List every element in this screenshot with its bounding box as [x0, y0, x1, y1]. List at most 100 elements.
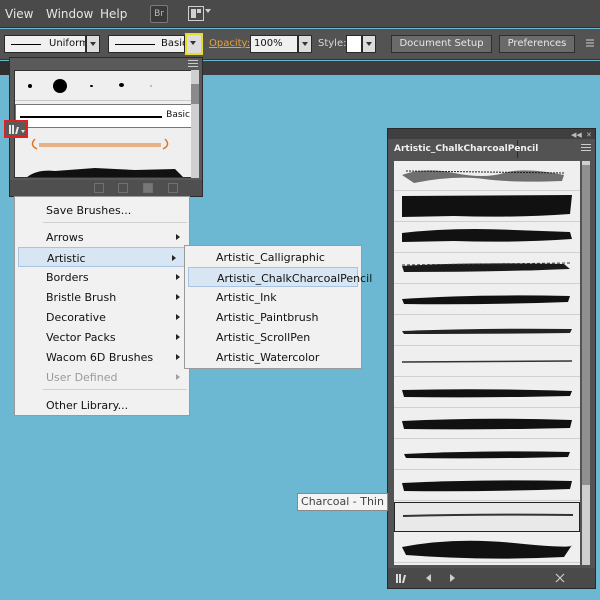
- chalk-brush-row[interactable]: [15, 163, 193, 177]
- new-brush-icon[interactable]: [143, 183, 153, 193]
- trash-icon[interactable]: [168, 183, 178, 193]
- chalk-brush-preview: [27, 168, 183, 177]
- options-icon[interactable]: [118, 183, 128, 193]
- library-brush-row-charcoal-thin[interactable]: [394, 502, 580, 532]
- variable-width-profile-field[interactable]: Uniform: [4, 35, 89, 53]
- brush-stroke-preview: [402, 540, 573, 559]
- brush-definition-field[interactable]: Basic: [108, 35, 187, 53]
- library-brush-row[interactable]: [394, 347, 580, 377]
- menu-item-decorative[interactable]: Decorative: [15, 307, 189, 327]
- arrow-brush-row[interactable]: [15, 131, 193, 159]
- brush-libraries-menu: Save Brushes... Arrows Artistic Borders …: [14, 196, 190, 416]
- submenu-item-artistic-paintbrush[interactable]: Artistic_Paintbrush: [185, 307, 361, 327]
- brush-swatch[interactable]: [53, 79, 67, 93]
- brush-stroke-preview: [402, 195, 572, 217]
- library-brush-row[interactable]: [394, 409, 580, 439]
- scrollbar-thumb[interactable]: [191, 84, 199, 104]
- remove-stroke-icon[interactable]: [94, 183, 104, 193]
- brush-definition-dropdown[interactable]: [185, 33, 203, 55]
- menu-item-borders[interactable]: Borders: [15, 267, 189, 287]
- brush-swatch[interactable]: [90, 85, 93, 87]
- options-icon[interactable]: [585, 38, 595, 48]
- submenu-item-artistic-chalkcharcoalpencil[interactable]: Artistic_ChalkCharcoalPencil: [188, 267, 372, 287]
- calligraphic-brushes-row: [15, 71, 193, 101]
- library-brush-row[interactable]: [394, 223, 580, 253]
- submenu-arrow-icon: [176, 374, 180, 380]
- submenu-item-artistic-ink[interactable]: Artistic_Ink: [185, 287, 361, 307]
- brush-library-panel: ◀◀ ✕ Artistic_ChalkCharcoalPencil: [387, 128, 596, 589]
- opacity-label[interactable]: Opacity:: [209, 38, 250, 49]
- chevron-down-icon[interactable]: [205, 9, 211, 13]
- menu-item-wacom-6d-brushes[interactable]: Wacom 6D Brushes: [15, 347, 189, 367]
- close-panel-icon[interactable]: ✕: [586, 131, 592, 139]
- library-brush-row[interactable]: [394, 471, 580, 501]
- next-library-icon[interactable]: [450, 574, 455, 582]
- brush-stroke-preview: [402, 295, 570, 305]
- brush-stroke-preview: [402, 418, 572, 430]
- brush-preview: [115, 44, 155, 45]
- menu-view[interactable]: View: [5, 7, 33, 21]
- library-brush-row[interactable]: [394, 161, 580, 191]
- library-brush-row[interactable]: [394, 316, 580, 346]
- menu-item-vector-packs[interactable]: Vector Packs: [15, 327, 189, 347]
- document-setup-button[interactable]: Document Setup: [391, 35, 492, 53]
- menu-item-user-defined: User Defined: [15, 367, 189, 387]
- style-swatch[interactable]: [346, 35, 362, 53]
- menu-item-other-library[interactable]: Other Library...: [15, 395, 189, 415]
- brush-stroke-preview: [402, 328, 572, 334]
- submenu-item-artistic-calligraphic[interactable]: Artistic_Calligraphic: [185, 247, 361, 267]
- brush-stroke-preview: [401, 262, 571, 272]
- menu-item-artistic[interactable]: Artistic: [18, 247, 186, 267]
- stroke-profile-dropdown[interactable]: [86, 35, 100, 53]
- submenu-arrow-icon: [172, 255, 176, 261]
- library-brush-row[interactable]: [394, 285, 580, 315]
- scrollbar-thumb[interactable]: [582, 165, 590, 485]
- style-dropdown[interactable]: [362, 35, 376, 53]
- bridge-button[interactable]: Br: [150, 5, 168, 23]
- library-panel-tab[interactable]: Artistic_ChalkCharcoalPencil: [390, 140, 538, 158]
- library-brush-row[interactable]: [394, 192, 580, 222]
- brush-name-tooltip: Charcoal - Thin: [297, 493, 388, 511]
- panel-menu-icon[interactable]: [188, 60, 198, 67]
- library-icon: [9, 125, 21, 134]
- brush-stroke-preview: [402, 513, 574, 517]
- library-brush-row[interactable]: [394, 533, 580, 563]
- menu-item-save-brushes[interactable]: Save Brushes...: [15, 200, 189, 220]
- panel-menu-icon[interactable]: [581, 144, 591, 151]
- style-label: Style:: [318, 38, 347, 49]
- brush-list: Basic: [14, 70, 196, 178]
- brush-libraries-menu-icon[interactable]: [396, 573, 410, 583]
- submenu-arrow-icon: [176, 294, 180, 300]
- basic-brush-row[interactable]: Basic: [15, 104, 193, 128]
- menu-item-arrows[interactable]: Arrows: [15, 227, 189, 247]
- brush-stroke-preview: [404, 451, 570, 459]
- submenu-item-artistic-watercolor[interactable]: Artistic_Watercolor: [185, 347, 361, 367]
- preferences-button[interactable]: Preferences: [499, 35, 575, 53]
- arrange-documents-icon[interactable]: [188, 6, 204, 21]
- submenu-item-artistic-scrollpen[interactable]: Artistic_ScrollPen: [185, 327, 361, 347]
- collapse-panel-icon[interactable]: ◀◀: [571, 131, 582, 139]
- add-to-brushes-icon[interactable]: [554, 572, 566, 584]
- brush-swatch[interactable]: [150, 85, 152, 87]
- previous-library-icon[interactable]: [426, 574, 431, 582]
- artistic-submenu: Artistic_Calligraphic Artistic_ChalkChar…: [184, 245, 372, 369]
- library-brush-row[interactable]: [394, 378, 580, 408]
- menu-item-bristle-brush[interactable]: Bristle Brush: [15, 287, 189, 307]
- library-brush-row[interactable]: [394, 440, 580, 470]
- chevron-down-icon: [21, 130, 25, 133]
- library-panel-footer: [388, 568, 595, 588]
- brush-swatch[interactable]: [119, 83, 124, 87]
- brush-stroke-preview: [401, 360, 573, 363]
- menu-window[interactable]: Window: [46, 7, 93, 21]
- library-brush-row[interactable]: [394, 254, 580, 284]
- brush-libraries-menu-button[interactable]: [4, 120, 28, 138]
- opacity-dropdown[interactable]: [298, 35, 312, 53]
- brush-list-scrollbar[interactable]: [191, 70, 199, 178]
- panel-title-bar[interactable]: ◀◀ ✕: [388, 129, 595, 139]
- menu-help[interactable]: Help: [100, 7, 127, 21]
- opacity-input[interactable]: 100%: [250, 35, 298, 53]
- menu-separator: [43, 389, 187, 390]
- library-scrollbar[interactable]: [582, 161, 590, 565]
- brush-swatch[interactable]: [28, 84, 32, 88]
- brush-stroke-preview: [402, 229, 572, 242]
